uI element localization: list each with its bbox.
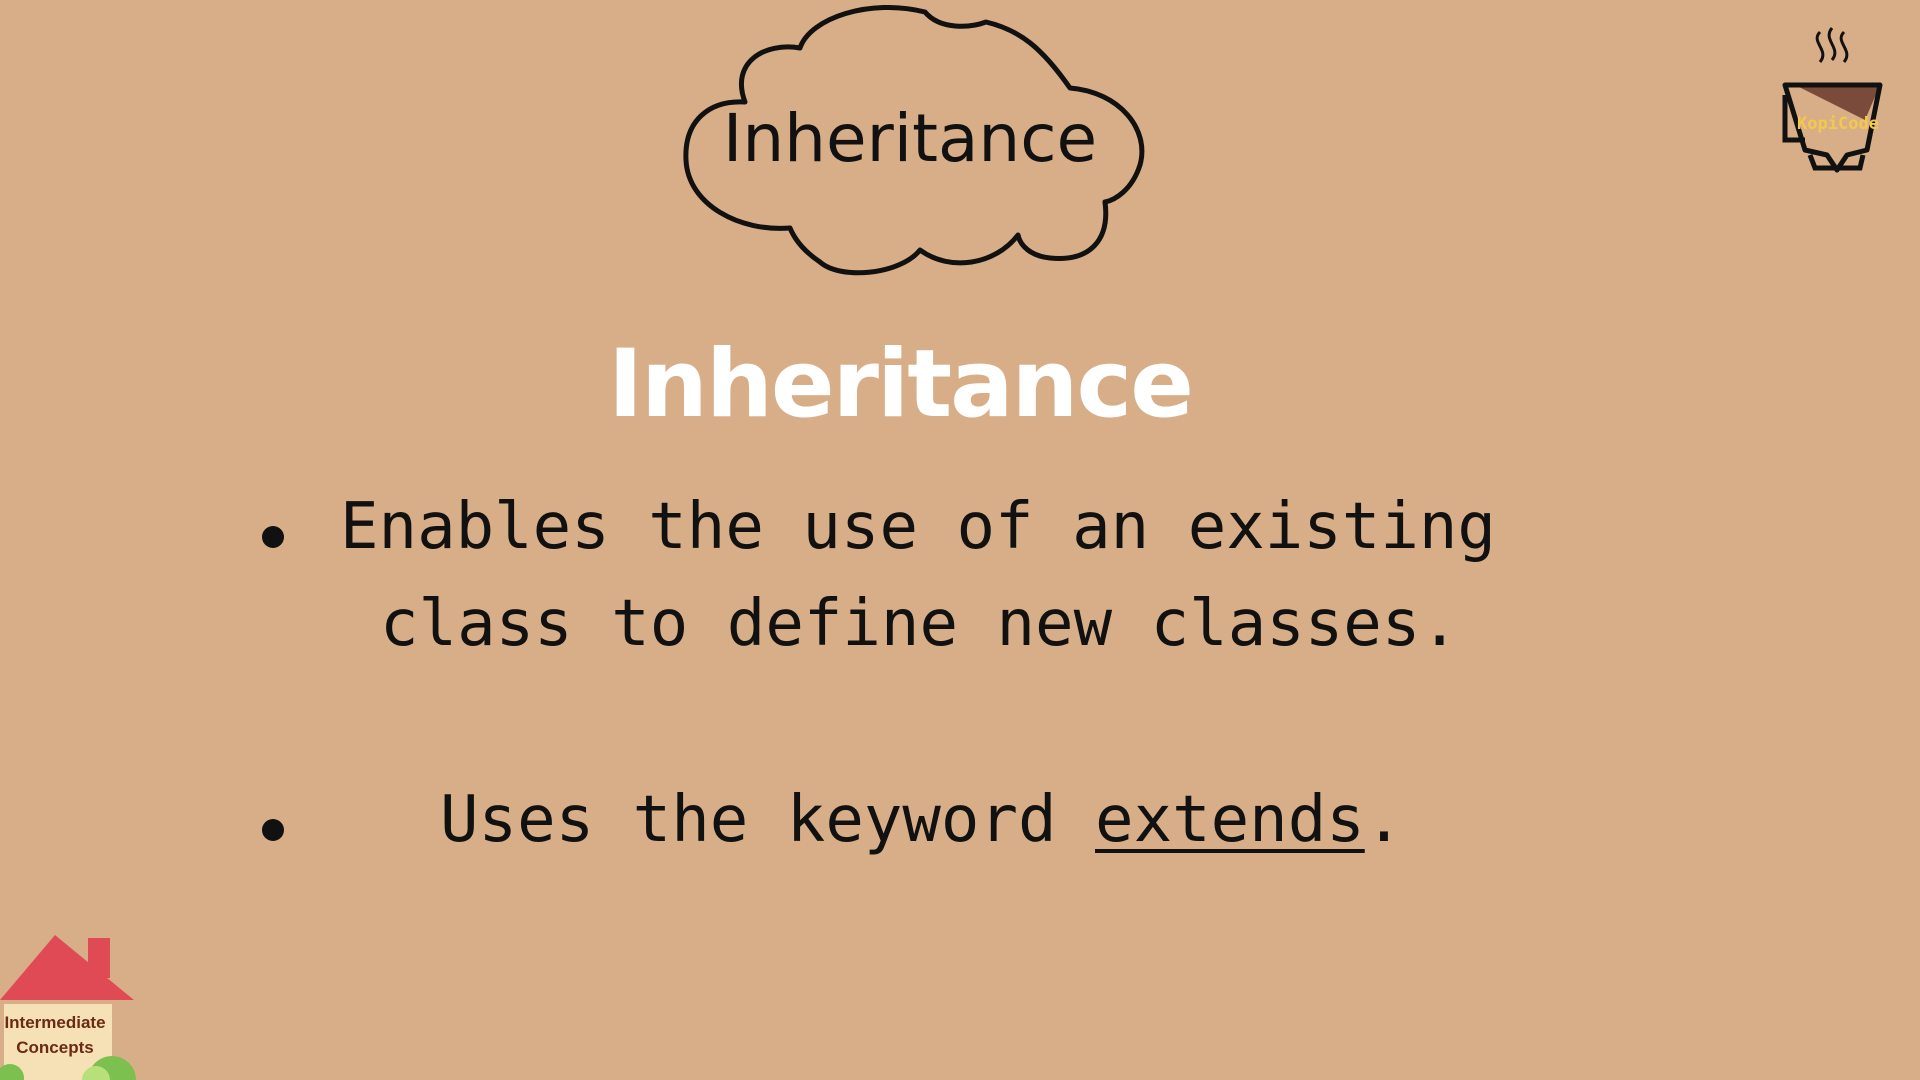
bullet-2-suffix: .	[1364, 783, 1404, 857]
logo-text: KopiCode	[1797, 114, 1879, 134]
bullet-1-line-2: class to define new classes.	[380, 587, 1459, 661]
cloud-title: Inheritance	[722, 100, 1098, 177]
bullet-2-text: Uses the keyword extends.	[440, 783, 1403, 857]
keyword-extends: extends	[1095, 783, 1365, 857]
bullet-2-prefix: Uses the keyword	[440, 783, 1096, 857]
badge-line-1: Intermediate	[4, 1013, 106, 1032]
badge-line-2: Concepts	[16, 1038, 94, 1057]
bullet-dot-icon	[262, 526, 284, 548]
slide-heading: Inheritance	[608, 330, 1194, 439]
badge-label: Intermediate Concepts	[0, 1010, 110, 1060]
coffee-cup-icon	[1782, 27, 1883, 173]
bullet-1-line-1: Enables the use of an existing	[340, 490, 1496, 564]
bullet-dot-icon	[262, 819, 284, 841]
